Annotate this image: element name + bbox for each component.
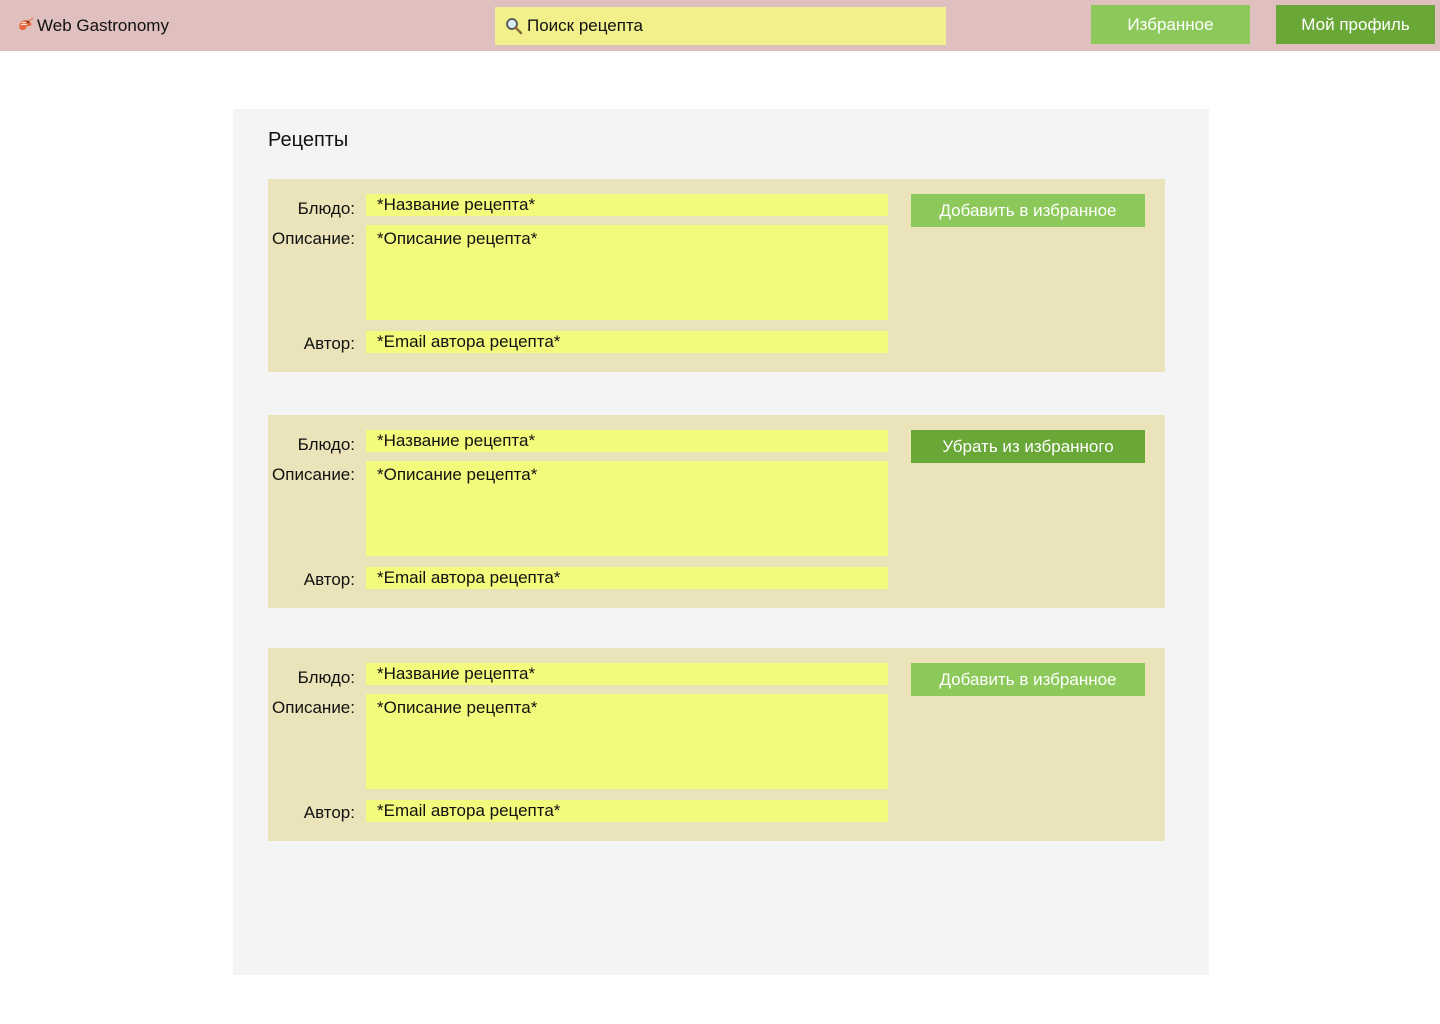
shrimp-icon (16, 17, 34, 35)
recipe-description-field[interactable]: *Описание рецепта* (366, 694, 888, 789)
author-label: Автор: (303, 570, 355, 589)
recipe-card: Блюдо: *Название рецепта* Описание: *Опи… (268, 415, 1165, 608)
add-to-favorites-button[interactable]: Добавить в избранное (911, 194, 1145, 227)
add-to-favorites-button[interactable]: Добавить в избранное (911, 663, 1145, 696)
favorites-button[interactable]: Избранное (1091, 5, 1250, 44)
description-label: Описание: (272, 229, 355, 248)
recipe-author-field[interactable]: *Email автора рецепта* (366, 800, 888, 822)
author-label: Автор: (303, 803, 355, 822)
recipe-name-field[interactable]: *Название рецепта* (366, 663, 888, 685)
recipe-description-field[interactable]: *Описание рецепта* (366, 225, 888, 320)
recipe-card: Блюдо: *Название рецепта* Описание: *Опи… (268, 179, 1165, 372)
recipe-name-field[interactable]: *Название рецепта* (366, 430, 888, 452)
dish-label: Блюдо: (297, 668, 355, 687)
dish-label: Блюдо: (297, 435, 355, 454)
recipe-author-field[interactable]: *Email автора рецепта* (366, 567, 888, 589)
brand-logo[interactable]: Web Gastronomy (16, 15, 169, 37)
recipe-description-field[interactable]: *Описание рецепта* (366, 461, 888, 556)
remove-from-favorites-button[interactable]: Убрать из избранного (911, 430, 1145, 463)
search-icon (505, 17, 523, 35)
search-input[interactable]: Поиск рецепта (495, 7, 946, 45)
author-label: Автор: (303, 334, 355, 353)
recipe-name-field[interactable]: *Название рецепта* (366, 194, 888, 216)
description-label: Описание: (272, 698, 355, 717)
description-label: Описание: (272, 465, 355, 484)
dish-label: Блюдо: (297, 199, 355, 218)
recipe-card: Блюдо: *Название рецепта* Описание: *Опи… (268, 648, 1165, 841)
page-title: Рецепты (268, 129, 349, 151)
search-placeholder: Поиск рецепта (527, 16, 643, 35)
recipe-author-field[interactable]: *Email автора рецепта* (366, 331, 888, 353)
my-profile-button[interactable]: Мой профиль (1276, 5, 1435, 44)
recipes-panel: Рецепты Блюдо: *Название рецепта* Описан… (233, 109, 1209, 975)
brand-name: Web Gastronomy (37, 16, 169, 35)
top-navigation-bar: Web Gastronomy Поиск рецепта Избранное М… (0, 0, 1440, 51)
